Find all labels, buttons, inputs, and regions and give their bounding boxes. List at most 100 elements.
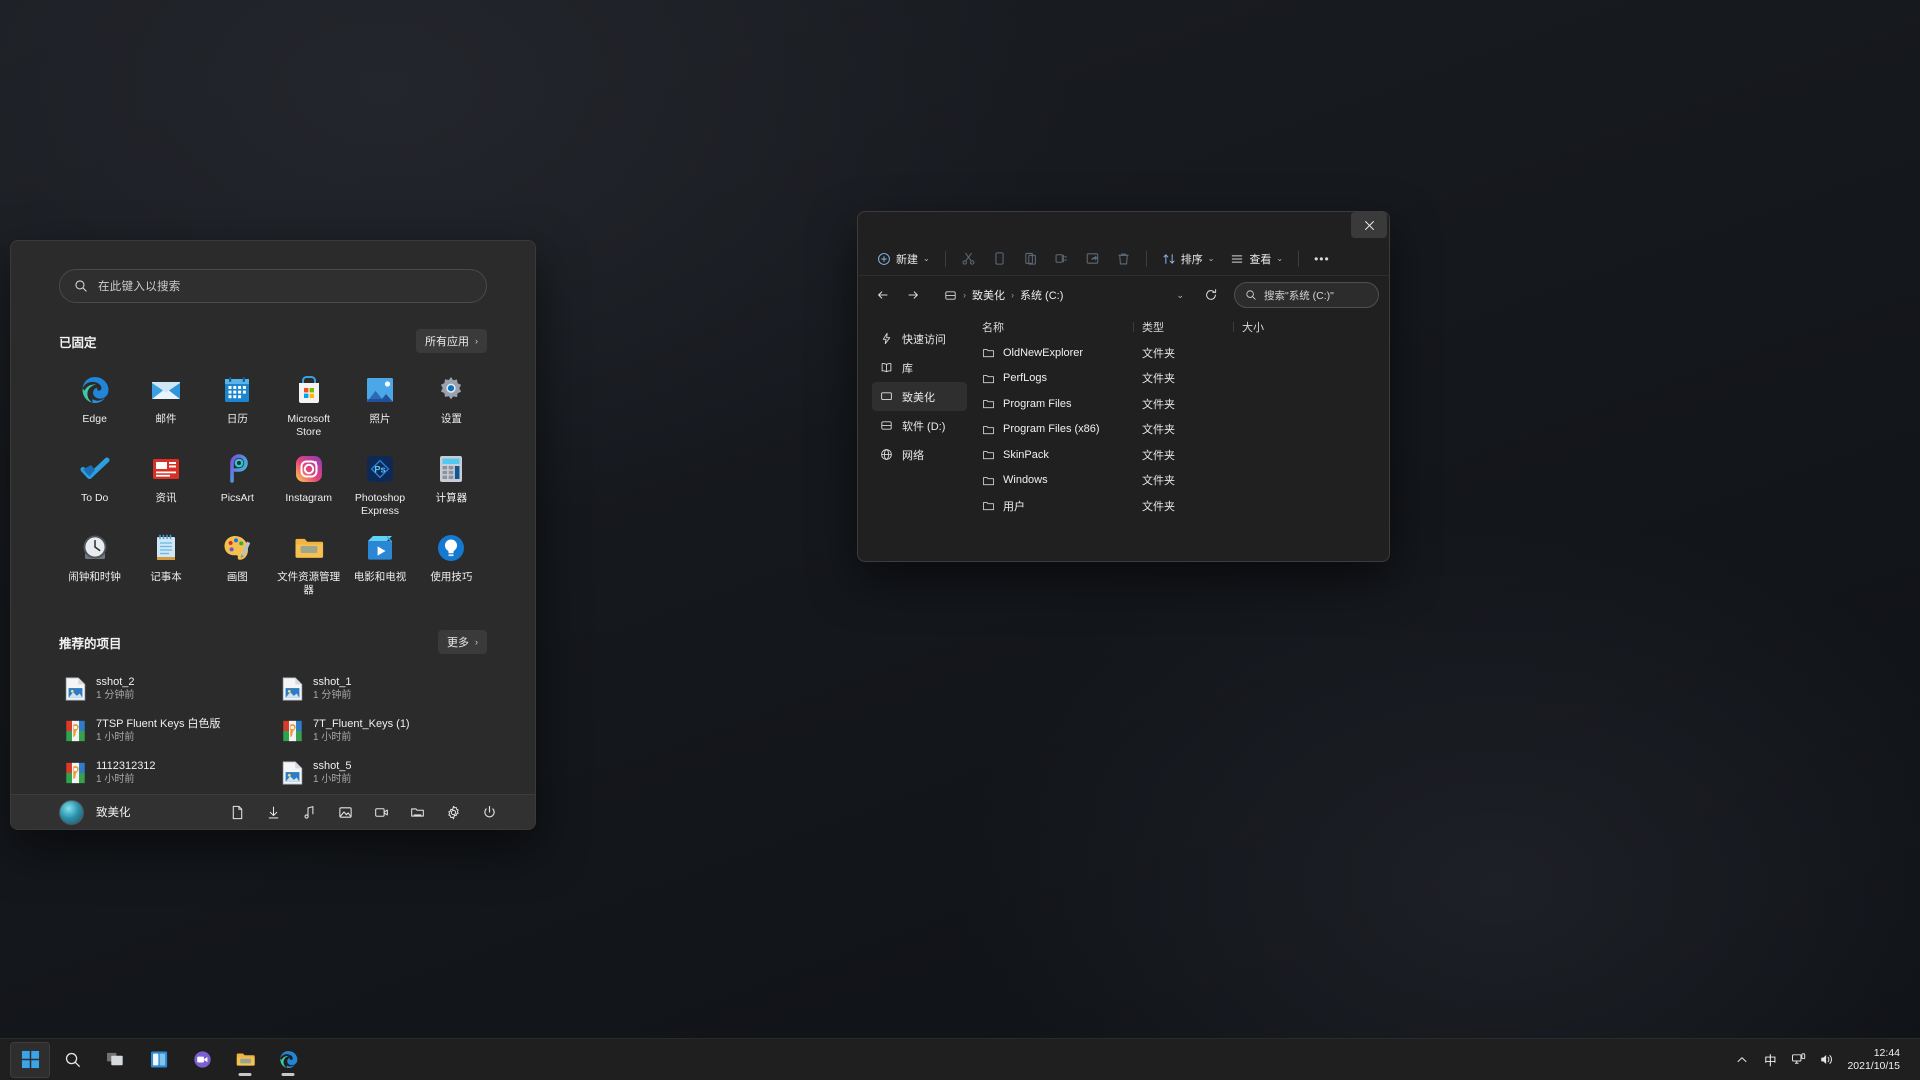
table-row[interactable]: 用户 文件夹 <box>973 493 1383 519</box>
news-icon <box>152 459 179 479</box>
more-options-button[interactable]: ••• <box>1307 246 1337 272</box>
table-row[interactable]: PerfLogs 文件夹 <box>973 366 1383 392</box>
column-header-name[interactable]: 名称 <box>973 319 1133 335</box>
breadcrumb[interactable]: › 致美化 › 系统 (C:) ⌄ <box>938 282 1190 308</box>
pinned-app-notepad[interactable]: 记事本 <box>130 525 201 602</box>
new-button[interactable]: 新建 ⌄ <box>870 246 937 272</box>
more-recommended-button[interactable]: 更多 › <box>438 630 487 654</box>
paste-button[interactable] <box>1016 246 1045 272</box>
explorer-toolbar: 新建 ⌄ 排序 ⌄ 查看 ⌄ ••• <box>858 242 1389 276</box>
downloads-button[interactable] <box>258 797 289 828</box>
chevron-up-icon <box>1737 1056 1747 1062</box>
sidebar-item-label: 网络 <box>902 449 924 462</box>
pinned-app-calculator[interactable]: 计算器 <box>416 446 487 523</box>
pinned-app-file-explorer[interactable]: 文件资源管理器 <box>273 525 344 602</box>
user-account-button[interactable]: 致美化 <box>59 799 131 825</box>
recommended-item[interactable]: sshot_5 1 小时前 <box>276 752 487 794</box>
column-header-type[interactable]: 类型 <box>1133 319 1233 335</box>
pinned-app-photoshop-express[interactable]: Ps Photoshop Express <box>344 446 415 523</box>
copy-button[interactable] <box>985 246 1014 272</box>
sidebar-item-this-pc[interactable]: 致美化 <box>872 382 967 411</box>
videos-button[interactable] <box>366 797 397 828</box>
paste-icon <box>1025 252 1036 265</box>
pinned-app-alarms-clock[interactable]: 闹钟和时钟 <box>59 525 130 602</box>
table-row[interactable]: Windows 文件夹 <box>973 468 1383 494</box>
network-folder-button[interactable] <box>402 797 433 828</box>
column-header-size[interactable]: 大小 <box>1233 319 1303 335</box>
task-view-button[interactable] <box>96 1042 136 1078</box>
edge-button[interactable] <box>268 1042 308 1078</box>
start-search-input[interactable]: 在此键入以搜索 <box>59 269 487 303</box>
explorer-address-bar: › 致美化 › 系统 (C:) ⌄ 搜索"系统 (C:)" <box>858 276 1389 314</box>
pictures-button[interactable] <box>330 797 361 828</box>
pinned-app-picsart[interactable]: PicsArt <box>202 446 273 523</box>
sidebar-item-label: 致美化 <box>902 391 935 404</box>
sort-button[interactable]: 排序 ⌄ <box>1155 246 1222 272</box>
file-name: SkinPack <box>1003 448 1049 461</box>
pinned-app-edge[interactable]: Edge <box>59 367 130 444</box>
pinned-app-label: 闹钟和时钟 <box>68 571 121 583</box>
recommended-item-time: 1 分钟前 <box>96 690 135 701</box>
pinned-app-label: PicsArt <box>220 492 254 504</box>
forward-button[interactable] <box>900 282 926 308</box>
pinned-app-paint[interactable]: 画图 <box>202 525 273 602</box>
table-row[interactable]: Program Files (x86) 文件夹 <box>973 417 1383 443</box>
explorer-search-input[interactable]: 搜索"系统 (C:)" <box>1234 282 1379 308</box>
table-row[interactable]: Program Files 文件夹 <box>973 391 1383 417</box>
pinned-app-instagram[interactable]: Instagram <box>273 446 344 523</box>
sidebar-item-quick-access[interactable]: 快速访问 <box>872 324 967 353</box>
pinned-app-tips[interactable]: 使用技巧 <box>416 525 487 602</box>
delete-button[interactable] <box>1109 246 1138 272</box>
volume-button[interactable] <box>1813 1042 1839 1078</box>
rename-button[interactable] <box>1047 246 1076 272</box>
pinned-app-settings[interactable]: 设置 <box>416 367 487 444</box>
sidebar-item-library[interactable]: 库 <box>872 353 967 382</box>
share-button[interactable] <box>1078 246 1107 272</box>
breadcrumb-separator: › <box>963 290 966 300</box>
power-button[interactable] <box>474 797 505 828</box>
settings-button[interactable] <box>438 797 469 828</box>
recommended-item[interactable]: sshot_2 1 分钟前 <box>59 668 270 710</box>
sort-label: 排序 <box>1180 253 1203 266</box>
pinned-app-mail[interactable]: 邮件 <box>130 367 201 444</box>
close-button[interactable] <box>1351 212 1387 238</box>
view-button[interactable]: 查看 ⌄ <box>1223 246 1290 272</box>
recommended-item[interactable]: 7TSP Fluent Keys 白色版 1 小时前 <box>59 710 270 752</box>
clock-time: 12:44 <box>1873 1046 1900 1059</box>
cut-button[interactable] <box>954 246 983 272</box>
recommended-item[interactable]: sshot_1 1 分钟前 <box>276 668 487 710</box>
music-button[interactable] <box>294 797 325 828</box>
refresh-button[interactable] <box>1198 282 1224 308</box>
breadcrumb-item-0[interactable]: 致美化 <box>972 287 1005 303</box>
sidebar-item-network[interactable]: 网络 <box>872 440 967 469</box>
address-dropdown-chevron-icon[interactable]: ⌄ <box>1176 290 1184 301</box>
start-button[interactable] <box>10 1041 50 1078</box>
all-apps-button[interactable]: 所有应用 › <box>416 329 487 353</box>
pinned-app-movies-tv[interactable]: 电影和电视 <box>344 525 415 602</box>
cut-icon <box>962 252 975 265</box>
file-explorer-button[interactable] <box>225 1042 265 1078</box>
pinned-app-news[interactable]: 资讯 <box>130 446 201 523</box>
recommended-item-time: 1 小时前 <box>313 774 352 785</box>
pinned-app-calendar[interactable]: 日历 <box>202 367 273 444</box>
back-button[interactable] <box>870 282 896 308</box>
pinned-app-to-do[interactable]: To Do <box>59 446 130 523</box>
table-row[interactable]: OldNewExplorer 文件夹 <box>973 340 1383 366</box>
table-row[interactable]: SkinPack 文件夹 <box>973 442 1383 468</box>
chat-button[interactable] <box>182 1042 222 1078</box>
widgets-button[interactable] <box>139 1042 179 1078</box>
breadcrumb-item-1[interactable]: 系统 (C:) <box>1020 287 1063 303</box>
ime-indicator[interactable]: 中 <box>1757 1042 1783 1078</box>
documents-button[interactable] <box>222 797 253 828</box>
file-type: 文件夹 <box>1142 500 1175 513</box>
chevron-down-icon: ⌄ <box>923 254 930 263</box>
pinned-app-photos[interactable]: 照片 <box>344 367 415 444</box>
tray-overflow-button[interactable] <box>1729 1042 1755 1078</box>
clock[interactable]: 12:44 2021/10/15 <box>1841 1042 1908 1078</box>
recommended-item[interactable]: 7T_Fluent_Keys (1) 1 小时前 <box>276 710 487 752</box>
sidebar-item-drive-d[interactable]: 软件 (D:) <box>872 411 967 440</box>
pinned-app-microsoft-store[interactable]: Microsoft Store <box>273 367 344 444</box>
recommended-item[interactable]: 1112312312 1 小时前 <box>59 752 270 794</box>
search-button[interactable] <box>53 1042 93 1078</box>
network-button[interactable] <box>1785 1042 1811 1078</box>
